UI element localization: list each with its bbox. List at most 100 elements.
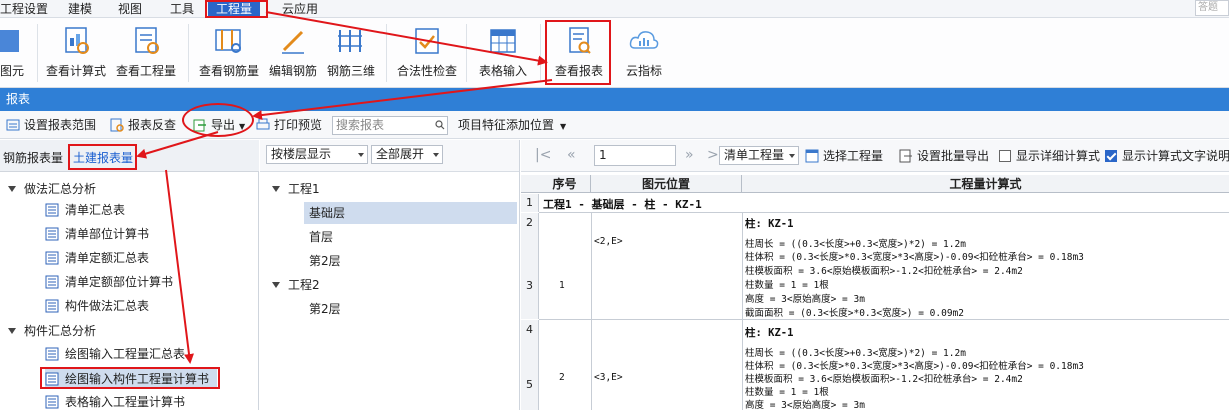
- view-formula-button[interactable]: 查看计算式: [42, 18, 110, 88]
- validity-check-button[interactable]: 合法性检查: [392, 18, 462, 88]
- rebar-3d-label: 钢筋三维: [326, 64, 375, 78]
- row-number: 3: [521, 253, 539, 319]
- add-feature-position-dropdown[interactable]: 项目特征添加位置 ▼: [458, 117, 566, 133]
- tree-item-label: 清单汇总表: [65, 203, 126, 217]
- set-range-label: 设置报表范围: [24, 118, 97, 132]
- report-check-icon: [110, 118, 124, 132]
- quantity-icon: [135, 27, 159, 54]
- edit-rebar-button[interactable]: 编辑钢筋: [266, 18, 320, 88]
- menu-tools[interactable]: 工具: [170, 1, 194, 17]
- ribbon-separator: [540, 24, 541, 82]
- grid-line: [591, 213, 592, 410]
- group-row-title: 工程1 - 基础层 - 柱 - KZ-1: [543, 198, 702, 211]
- search-icon[interactable]: [435, 120, 445, 130]
- report-doc-icon: [45, 347, 59, 361]
- floor-select-value: 按楼层显示: [271, 147, 332, 161]
- annotation-ellipse-export: [182, 103, 254, 137]
- floor-item-foundation[interactable]: 基础层: [304, 202, 517, 224]
- row-number: 2: [521, 213, 539, 253]
- expand-triangle-icon: [272, 282, 280, 288]
- set-range-button[interactable]: 设置报表范围: [6, 117, 96, 133]
- tree-project-2[interactable]: 工程2: [272, 274, 320, 296]
- tree-item-label: 构件做法汇总表: [65, 299, 150, 313]
- rebar-3d-button[interactable]: 钢筋三维: [322, 18, 380, 88]
- tab-rebar-report[interactable]: 钢筋报表量: [3, 149, 63, 166]
- tree-item-drawing-summary[interactable]: 绘图输入工程量汇总表: [45, 344, 185, 364]
- print-icon: [256, 118, 270, 130]
- select-quantity-button[interactable]: 选择工程量: [805, 148, 883, 164]
- table-input-button[interactable]: 表格输入: [472, 18, 534, 88]
- rebar-3d-icon: [338, 30, 362, 52]
- tree-item-table-calc[interactable]: 表格输入工程量计算书: [45, 392, 185, 410]
- tree-item-bill-quota-summary[interactable]: 清单定额汇总表: [45, 248, 149, 268]
- column-header-position[interactable]: 图元位置: [591, 175, 742, 193]
- ribbon-element-button[interactable]: 图元: [0, 18, 30, 88]
- validity-check-label: 合法性检查: [396, 64, 457, 78]
- batch-export-icon: [899, 149, 912, 163]
- menu-cloud[interactable]: 云应用: [282, 1, 318, 17]
- cloud-index-label: 云指标: [625, 64, 662, 78]
- formula-line: 柱周长 = ((0.3<长度>+0.3<宽度>)*2) = 1.2m: [745, 348, 966, 359]
- chevron-down-icon: [789, 154, 795, 158]
- floor-item-second[interactable]: 第2层: [309, 250, 341, 272]
- report-check-button[interactable]: 报表反查: [110, 117, 176, 133]
- checkbox-checked-icon: [1105, 150, 1117, 162]
- formula-line: 柱周长 = ((0.3<长度>+0.3<宽度>)*2) = 1.2m: [745, 239, 966, 250]
- floor-item-p2-second[interactable]: 第2层: [309, 298, 341, 320]
- menu-project-settings[interactable]: 工程设置: [0, 1, 48, 17]
- report-search-input[interactable]: 搜索报表: [332, 116, 448, 135]
- tree-item-bill-quota-location[interactable]: 清单定额部位计算书: [45, 272, 173, 292]
- expand-select[interactable]: 全部展开: [371, 145, 443, 164]
- column-header-formula[interactable]: 工程量计算式: [742, 175, 1229, 193]
- first-page-button[interactable]: |<: [535, 147, 551, 163]
- ribbon-element-label: 图元: [0, 64, 24, 78]
- tree-item-component-method[interactable]: 构件做法汇总表: [45, 296, 149, 316]
- menu-modeling[interactable]: 建模: [68, 1, 92, 17]
- top-search-input[interactable]: 答题: [1195, 0, 1229, 16]
- prev-page-button[interactable]: «: [567, 147, 576, 163]
- show-text-checkbox[interactable]: 显示计算式文字说明: [1105, 148, 1229, 164]
- show-detail-checkbox[interactable]: 显示详细计算式: [999, 148, 1100, 164]
- formula-line: 高度 = 3<原始高度> = 3m: [745, 400, 865, 410]
- next-page-button[interactable]: »: [685, 147, 694, 163]
- column-header-seq[interactable]: 序号: [539, 175, 591, 193]
- view-quantity-label: 查看工程量: [115, 64, 176, 78]
- quantity-type-select[interactable]: 清单工程量: [719, 146, 799, 165]
- cloud-icon: [629, 31, 659, 49]
- row-number: 1: [521, 194, 539, 212]
- view-quantity-button[interactable]: 查看工程量: [112, 18, 180, 88]
- report-content-panel: |< « 1 » >| 清单工程量 选择工程量 设置批量导出 显示详细计算式 显…: [521, 140, 1229, 410]
- tree-group-method-summary[interactable]: 做法汇总分析: [8, 180, 96, 197]
- page-number-input[interactable]: 1: [594, 145, 676, 166]
- batch-export-button[interactable]: 设置批量导出: [899, 148, 989, 164]
- check-icon: [415, 28, 439, 54]
- grid-line: [539, 319, 1229, 320]
- tree-project-1[interactable]: 工程1: [272, 178, 320, 200]
- menu-view[interactable]: 视图: [118, 1, 142, 17]
- report-pager: |< « 1 » >| 清单工程量 选择工程量 设置批量导出 显示详细计算式 显…: [521, 140, 1229, 172]
- entry-title: 柱: KZ-1: [745, 218, 794, 230]
- range-icon: [6, 119, 20, 131]
- annotation-box-civil-tab: [68, 144, 137, 170]
- entry-position: <2,E>: [594, 236, 623, 247]
- floor-item-first[interactable]: 首层: [309, 226, 333, 248]
- chevron-down-icon: [433, 153, 439, 157]
- tree-item-bill-location[interactable]: 清单部位计算书: [45, 224, 149, 244]
- print-preview-button[interactable]: 打印预览: [256, 117, 322, 133]
- view-rebar-button[interactable]: 查看钢筋量: [194, 18, 264, 88]
- tree-item-label: 清单部位计算书: [65, 227, 150, 241]
- formula-line: 柱模板面积 = 3.6<原始模板面积>-1.2<扣砼桩承台> = 2.4m2: [745, 266, 1023, 277]
- row-number: 5: [521, 360, 539, 410]
- cloud-index-button[interactable]: 云指标: [616, 18, 672, 88]
- menu-bar: 工程设置 建模 视图 工具 工程量 云应用 答题: [0, 0, 1229, 18]
- tree-item-label: 清单定额部位计算书: [65, 275, 174, 289]
- formula-line: 截面面积 = (0.3<长度>*0.3<宽度>) = 0.09m2: [745, 308, 964, 319]
- floor-display-select[interactable]: 按楼层显示: [266, 145, 368, 164]
- entry-title: 柱: KZ-1: [745, 327, 794, 339]
- tree-item-bill-summary[interactable]: 清单汇总表: [45, 200, 125, 220]
- chevron-down-icon: [358, 153, 364, 157]
- expand-triangle-icon: [8, 186, 16, 192]
- tree-group-component-summary[interactable]: 构件汇总分析: [8, 322, 96, 339]
- grid-line: [539, 212, 1229, 213]
- ribbon-separator: [37, 24, 38, 82]
